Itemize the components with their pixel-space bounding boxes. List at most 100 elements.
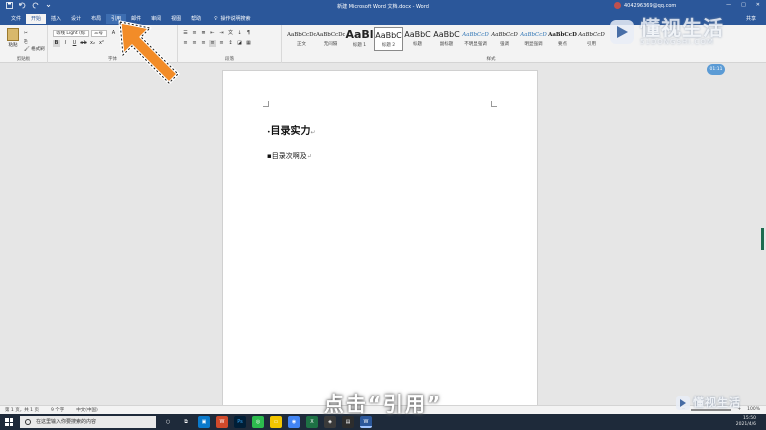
style-name: 标题 [413,42,422,47]
style-preview: AaBbCcDc [287,32,316,38]
style-subtle-emphasis[interactable]: AaBbCcD 不明显强调 [461,27,490,51]
cut-icon[interactable]: ✂ [24,31,28,36]
recording-timer: 01:11 [707,64,725,75]
share-label: 共享 [745,16,756,22]
style-emphasis[interactable]: AaBbCcD 强调 [490,27,519,51]
style-heading-1[interactable]: AaBl 标题 1 [345,27,374,51]
watermark-text: 懂视生活 [693,396,741,409]
distribute-icon[interactable]: ≡ [218,40,225,47]
minimize-icon[interactable]: — [726,2,731,8]
paragraph-group: ☰ ≡ ≣ ⇤ ⇥ 文 ↓ ¶ ≡ ≡ ≡ ≡ ≡ ↕ ◪ ▦ 段落 [178,25,282,63]
line-spacing-icon[interactable]: ↕ [227,40,234,47]
align-right-icon[interactable]: ≡ [200,40,207,47]
tell-me-label: 操作说明搜索 [220,16,251,22]
style-intense-emphasis[interactable]: AaBbCcD 明显强调 [519,27,548,51]
strikethrough-button[interactable]: ab [80,40,87,47]
maximize-icon[interactable]: □ [741,2,746,8]
styles-group-label: 样式 [486,57,496,62]
clock-date: 2021/4/6 [735,422,756,427]
style-preview: AaBbCcD [520,32,547,38]
bold-button[interactable]: B [53,40,60,47]
subscript-button[interactable]: x₂ [89,40,96,47]
style-preview: AaBbC [404,30,431,39]
tab-help[interactable]: 帮助 [186,14,206,24]
style-title[interactable]: AaBbC 标题 [403,27,432,51]
multilevel-list-icon[interactable]: ≣ [200,30,207,37]
task-view-icon[interactable]: ⧉ [180,416,192,428]
justify-icon[interactable]: ≡ [209,40,216,47]
style-name: 正文 [297,42,306,47]
tab-layout[interactable]: 布局 [86,14,106,24]
increase-indent-icon[interactable]: ⇥ [218,30,225,37]
taskbar-search[interactable]: 在这里输入你要搜索的内容 [20,416,156,428]
show-marks-icon[interactable]: ¶ [245,30,252,37]
wechat-icon[interactable]: ◎ [252,416,264,428]
photoshop-icon[interactable]: Ps [234,416,246,428]
style-preview: AaBbCcD [578,32,605,38]
shading-icon[interactable]: ◪ [236,40,243,47]
styles-gallery: AaBbCcDc 正文 AaBbCcDc 无间隔 AaBl 标题 1 AaBbC 标题 … [287,27,606,51]
folder-icon[interactable]: ▭ [270,416,282,428]
paste-label: 粘贴 [8,43,18,48]
style-name: 标题 1 [352,43,367,48]
clipboard-group: 粘贴 ✂ ⎘ 🖌︎ 格式刷 剪贴板 [0,25,48,63]
font-name-select[interactable]: 等线 Light (标 [53,30,89,37]
app-icon[interactable]: ◈ [324,416,336,428]
title-bar: 新建 Microsoft Word 文档.docx - Word 4042963… [0,0,766,12]
style-name: 副标题 [439,42,454,47]
style-name: 引用 [587,42,596,47]
watermark-logo-small: 懂视生活 [676,396,741,410]
style-name: 明显强调 [524,42,543,47]
format-painter-button[interactable]: 🖌︎ 格式刷 [24,46,45,52]
system-tray[interactable]: 15:50 2021/4/6 [736,416,756,428]
style-quote[interactable]: AaBbCcD 引用 [577,27,606,51]
play-logo-icon [610,20,634,44]
scrollbar-thumb[interactable] [761,228,764,250]
tell-me-search[interactable]: 💡︎ 操作说明搜索 [214,15,251,23]
document-paragraph[interactable]: ▪目录次啊及↵ [267,151,312,161]
account[interactable]: 404296369@qq.com [614,2,676,9]
clipboard-icon [7,28,19,41]
watermark-subtext: 51DONGSHI.COM [640,38,714,46]
style-heading-2[interactable]: AaBbC 标题 2 [374,27,403,51]
superscript-button[interactable]: x² [98,40,105,47]
style-no-spacing[interactable]: AaBbCcDc 无间隔 [316,27,345,51]
style-preview: AaBbCcD [491,32,518,38]
document-page[interactable]: •目录实力↵ ▪目录次啊及↵ [222,70,538,410]
tab-insert[interactable]: 插入 [46,14,66,24]
chrome-icon[interactable]: ◉ [288,416,300,428]
crop-mark [491,101,497,107]
document-heading[interactable]: •目录实力↵ [267,122,316,137]
search-icon [25,419,31,425]
word-icon[interactable]: W [360,416,372,428]
align-center-icon[interactable]: ≡ [191,40,198,47]
avatar [614,2,621,9]
excel-icon[interactable]: X [306,416,318,428]
numbering-icon[interactable]: ≡ [191,30,198,37]
decrease-indent-icon[interactable]: ⇤ [209,30,216,37]
wps-icon[interactable]: W [216,416,228,428]
sort-icon[interactable]: ↓ [236,30,243,37]
chinese-layout-icon[interactable]: 文 [227,30,234,37]
style-preview: AaBbC [375,31,402,40]
close-icon[interactable]: ✕ [756,2,760,8]
cortana-icon[interactable]: ○ [162,416,174,428]
style-subtitle[interactable]: AaBbC 副标题 [432,27,461,51]
borders-icon[interactable]: ▦ [245,40,252,47]
paste-button[interactable]: 粘贴 [6,28,20,48]
italic-button[interactable]: I [62,40,69,47]
font-size-select[interactable]: 三号 [91,30,107,37]
style-normal[interactable]: AaBbCcDc 正文 [287,27,316,51]
app-icon[interactable]: ▤ [342,416,354,428]
copy-icon[interactable]: ⎘ [24,39,28,45]
store-icon[interactable]: ▣ [198,416,210,428]
underline-button[interactable]: U [71,40,78,47]
paragraph-mark: ↵ [310,129,316,136]
style-strong[interactable]: AaBbCcD 要点 [548,27,577,51]
paragraph-text: 目录次啊及 [271,152,307,160]
share-button[interactable]: 共享 [746,15,756,22]
tab-file[interactable]: 文件 [6,14,26,24]
tab-design[interactable]: 设计 [66,14,86,24]
tab-home[interactable]: 开始 [26,14,47,24]
windows-start-icon[interactable] [5,418,13,426]
